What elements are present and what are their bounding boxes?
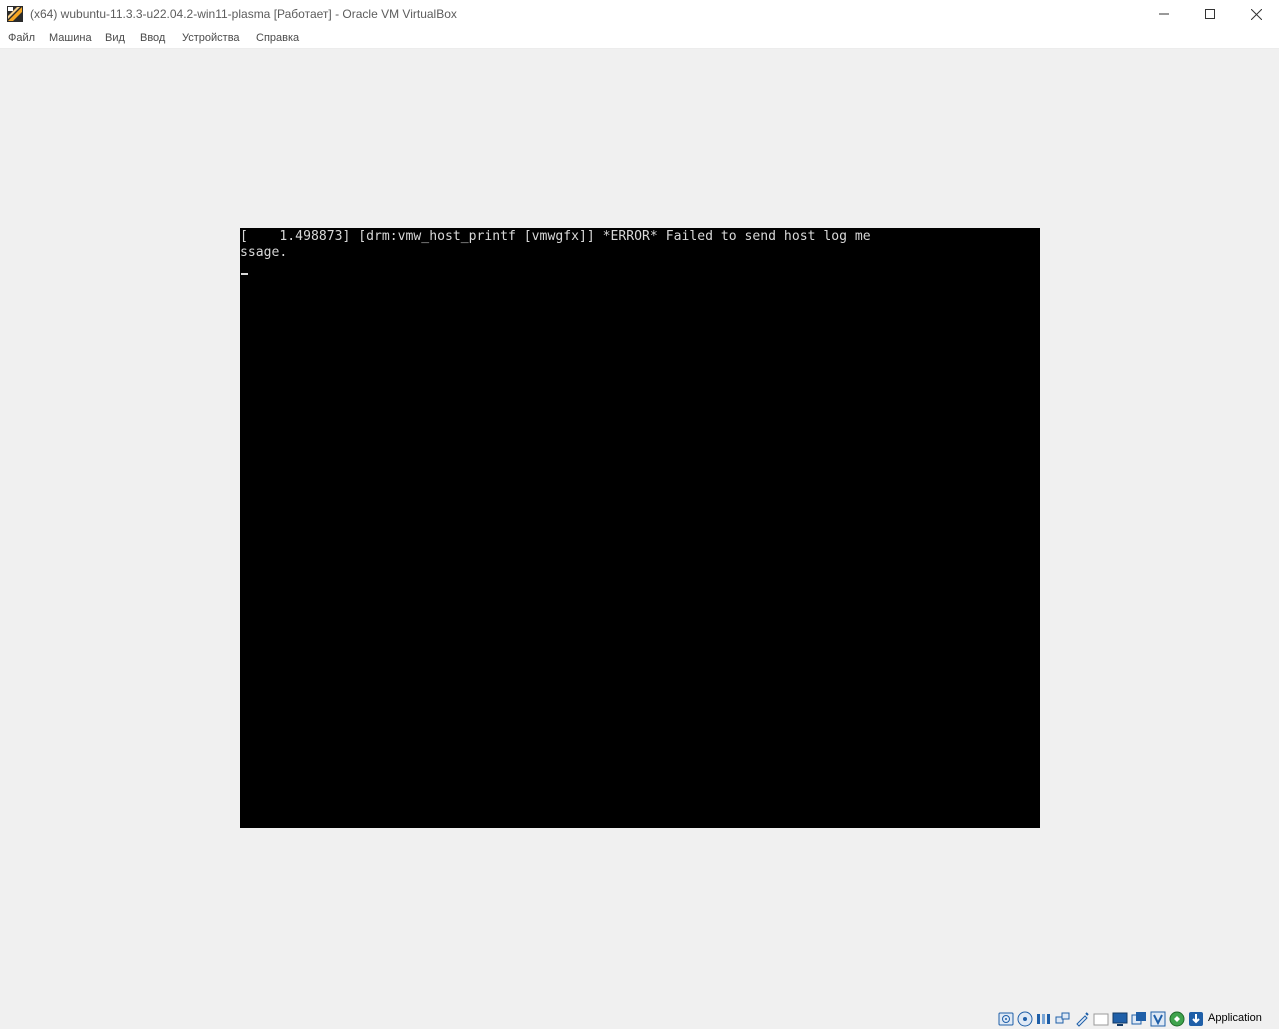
window-title: (x64) wubuntu-11.3.3-u22.04.2-win11-plas… [30, 7, 457, 21]
status-bar: Application [0, 1007, 1279, 1029]
shared-folders-icon[interactable] [1093, 1011, 1109, 1027]
console-line: ssage. [240, 245, 288, 260]
close-icon [1250, 8, 1262, 20]
keyboard-icon[interactable] [1188, 1011, 1204, 1027]
close-button[interactable] [1233, 0, 1279, 28]
console-output: [ 1.498873] [drm:vmw_host_printf [vmwgfx… [240, 229, 871, 261]
minimize-button[interactable] [1141, 0, 1187, 28]
maximize-icon [1205, 9, 1215, 19]
audio-icon[interactable] [1036, 1011, 1052, 1027]
virtualbox-app-icon[interactable] [7, 6, 23, 22]
network-icon[interactable] [1055, 1011, 1071, 1027]
host-key-label[interactable]: Application [1208, 1012, 1262, 1024]
virtualbox-window: (x64) wubuntu-11.3.3-u22.04.2-win11-plas… [0, 0, 1279, 1029]
minimize-icon [1159, 9, 1169, 19]
menu-view[interactable]: Вид [105, 32, 125, 44]
optical-drive-icon[interactable] [1017, 1011, 1033, 1027]
menu-devices[interactable]: Устройства [182, 32, 240, 44]
display-icon[interactable] [1112, 1011, 1128, 1027]
usb-icon[interactable] [1074, 1011, 1090, 1027]
menu-input[interactable]: Ввод [140, 32, 165, 44]
menu-help[interactable]: Справка [256, 32, 299, 44]
menu-machine[interactable]: Машина [49, 32, 92, 44]
mouse-integration-icon[interactable] [1169, 1011, 1185, 1027]
menu-file[interactable]: Файл [8, 32, 35, 44]
title-bar[interactable]: (x64) wubuntu-11.3.3-u22.04.2-win11-plas… [0, 0, 1279, 28]
vm-display[interactable]: [ 1.498873] [drm:vmw_host_printf [vmwgfx… [240, 228, 1040, 828]
console-line: [ 1.498873] [drm:vmw_host_printf [vmwgfx… [240, 229, 871, 244]
text-cursor [241, 273, 248, 275]
menu-bar: Файл Машина Вид Ввод Устройства Справка [0, 28, 1279, 49]
maximize-button[interactable] [1187, 0, 1233, 28]
virtualization-icon[interactable] [1150, 1011, 1166, 1027]
hard-disk-icon[interactable] [998, 1011, 1014, 1027]
recording-icon[interactable] [1131, 1011, 1147, 1027]
